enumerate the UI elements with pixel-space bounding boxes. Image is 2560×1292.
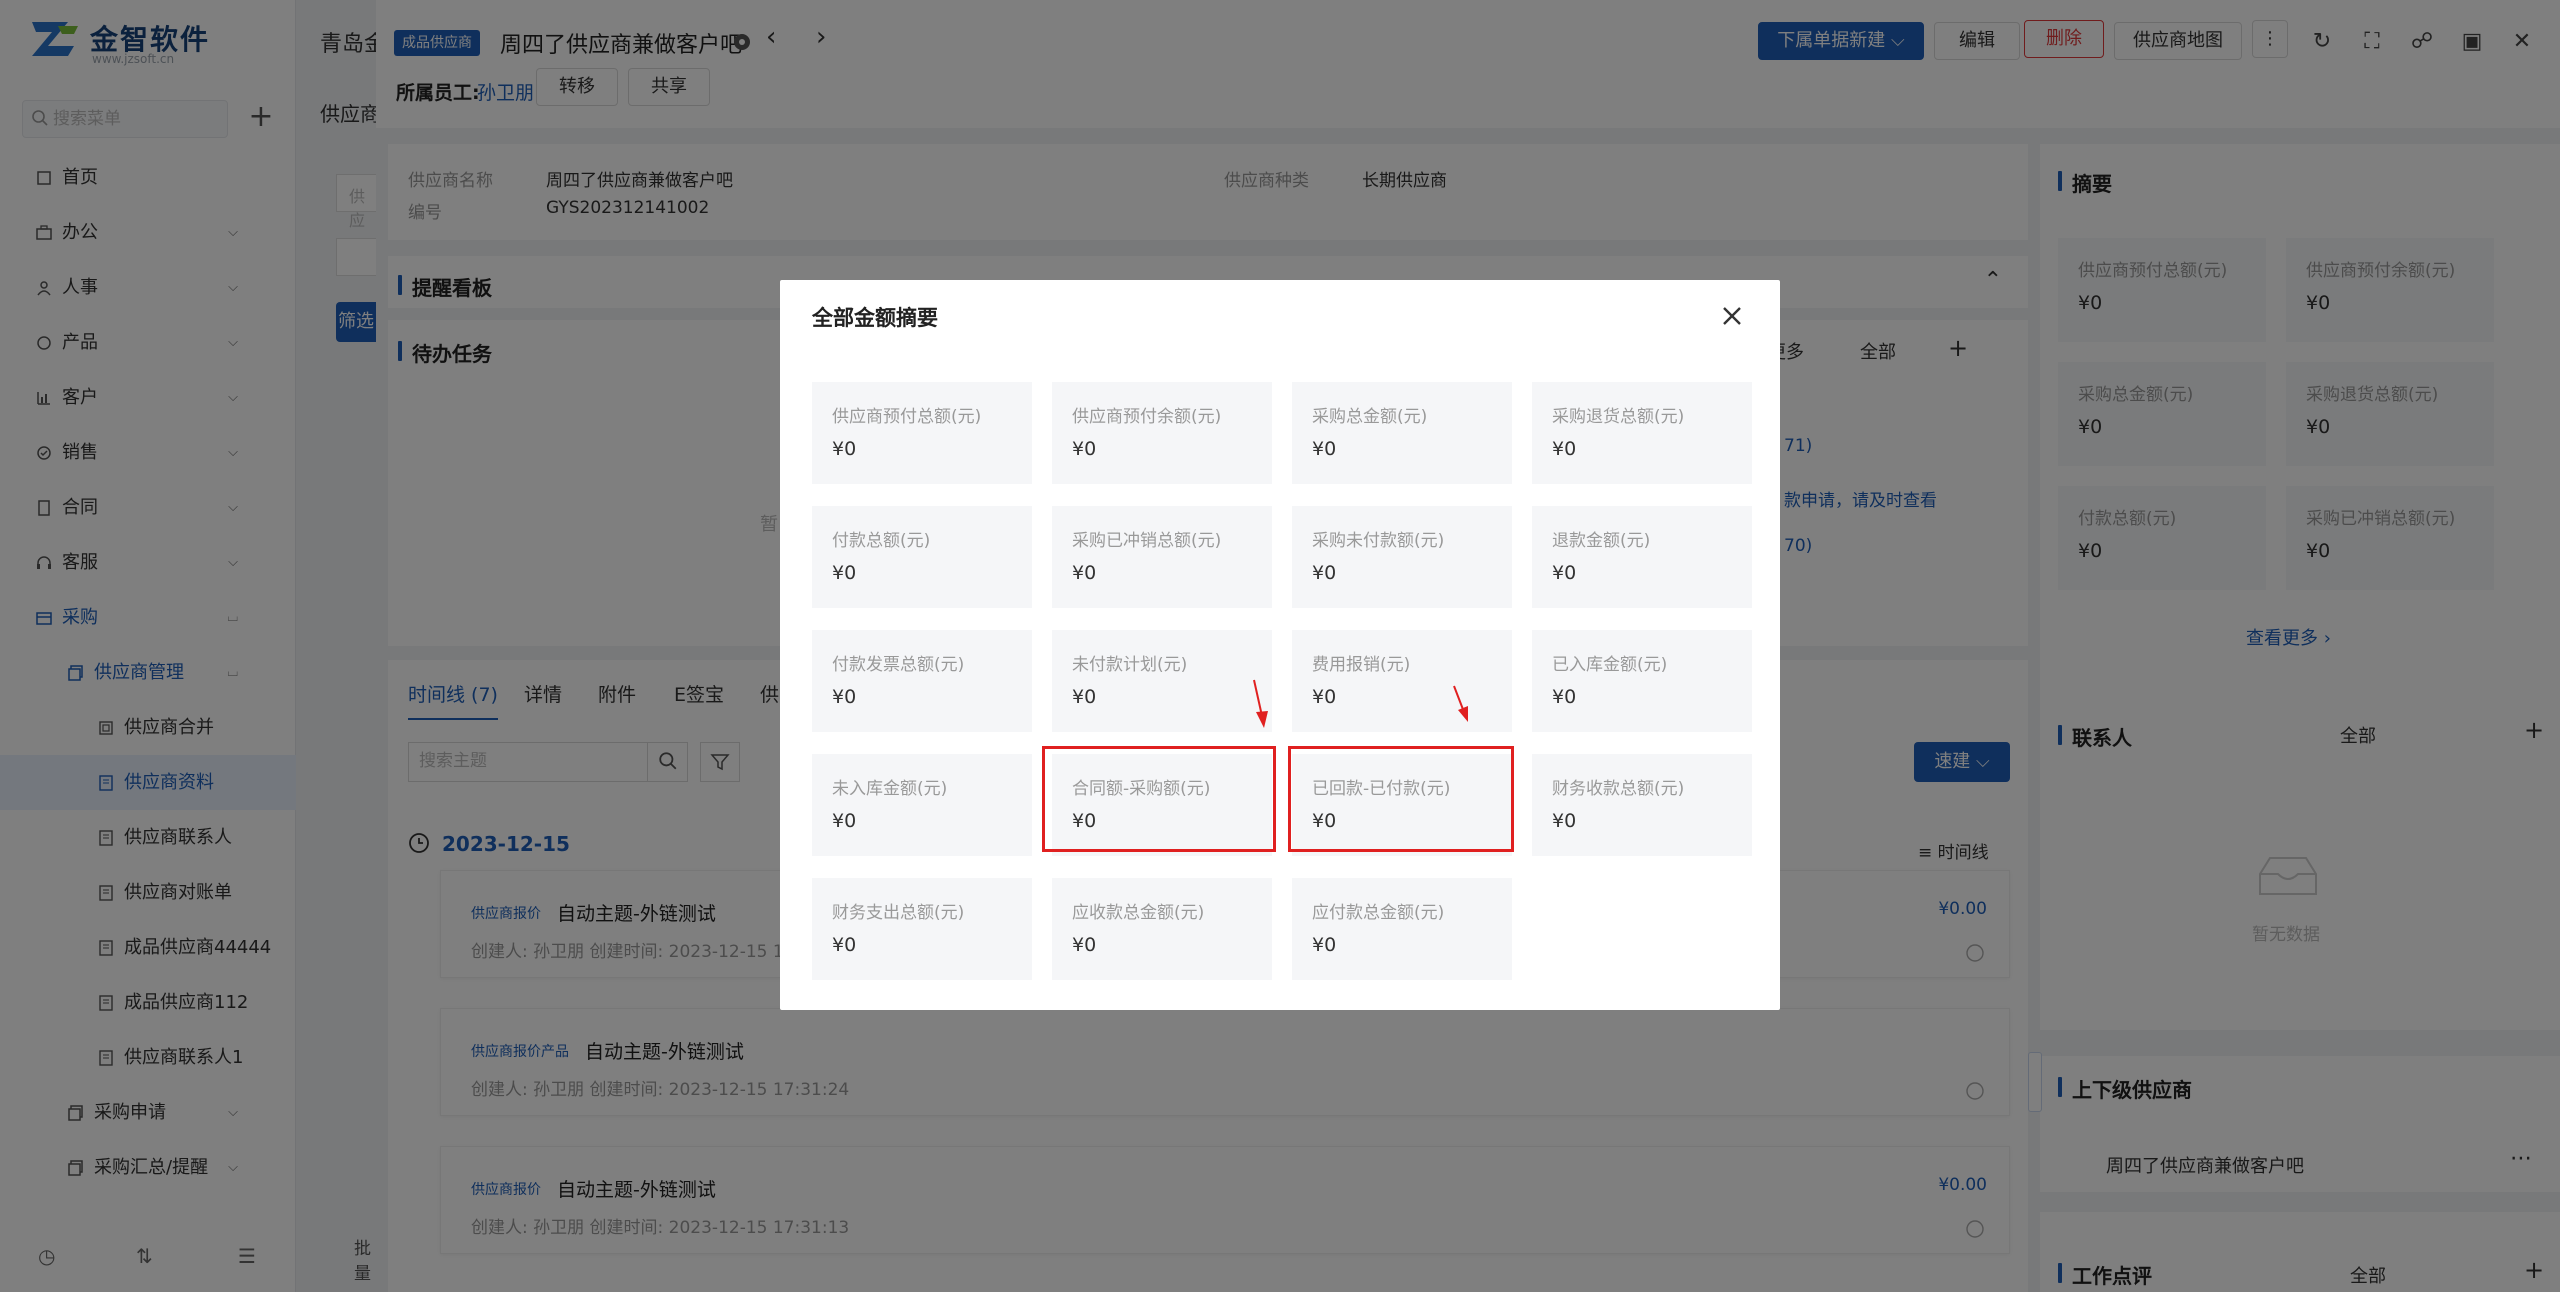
close-icon[interactable] [1712, 296, 1752, 336]
amount-card-unstocked-amount: 未入库金额(元) ¥0 [812, 754, 1032, 856]
amount-card-expense-claim: 费用报销(元) ¥0 [1292, 630, 1512, 732]
amount-card-invoice-total: 付款发票总额(元) ¥0 [812, 630, 1032, 732]
amount-card-label: 应付款总金额(元) [1312, 903, 1445, 923]
amount-card-value: ¥0 [1552, 438, 1577, 460]
amount-card-label: 采购总金额(元) [1312, 407, 1428, 427]
amount-card-label: 未入库金额(元) [832, 779, 948, 799]
amount-card-value: ¥0 [1312, 562, 1337, 584]
amount-card-label: 供应商预付总额(元) [832, 407, 982, 427]
amount-card-value: ¥0 [1072, 686, 1097, 708]
amount-card-value: ¥0 [1072, 438, 1097, 460]
amount-card-value: ¥0 [832, 810, 857, 832]
amount-card-refund-amount: 退款金额(元) ¥0 [1532, 506, 1752, 608]
amount-card-label: 供应商预付余额(元) [1072, 407, 1222, 427]
amount-card-value: ¥0 [1312, 438, 1337, 460]
amount-card-label: 采购未付款额(元) [1312, 531, 1445, 551]
amount-card-value: ¥0 [1552, 686, 1577, 708]
amount-card-label: 采购退货总额(元) [1552, 407, 1685, 427]
amount-card-receivable-total: 应收款总金额(元) ¥0 [1052, 878, 1272, 980]
amount-summary-modal: 全部金额摘要 供应商预付总额(元) ¥0 供应商预付余额(元) ¥0 采购总金额(元) ¥… [780, 280, 1780, 1010]
amount-card-purchase-total: 采购总金额(元) ¥0 [1292, 382, 1512, 484]
amount-card-value: ¥0 [832, 686, 857, 708]
red-arrow-icon [1453, 685, 1468, 722]
amount-card-unpaid-plan: 未付款计划(元) ¥0 [1052, 630, 1272, 732]
amount-card-value: ¥0 [1072, 562, 1097, 584]
amount-card-return-total: 采购退货总额(元) ¥0 [1532, 382, 1752, 484]
amount-card-label: 财务支出总额(元) [832, 903, 965, 923]
amount-card-value: ¥0 [1552, 562, 1577, 584]
amount-card-value: ¥0 [832, 438, 857, 460]
amount-card-value: ¥0 [1312, 686, 1337, 708]
amount-card-writeoff-total: 采购已冲销总额(元) ¥0 [1052, 506, 1272, 608]
modal-title: 全部金额摘要 [812, 306, 938, 330]
amount-card-finance-expense-total: 财务支出总额(元) ¥0 [812, 878, 1032, 980]
amount-card-label: 应收款总金额(元) [1072, 903, 1205, 923]
red-arrow-icon [1253, 679, 1268, 728]
amount-card-label: 已入库金额(元) [1552, 655, 1668, 675]
amount-card-value: ¥0 [1312, 934, 1337, 956]
amount-card-label: 费用报销(元) [1312, 655, 1411, 675]
amount-card-label: 未付款计划(元) [1072, 655, 1188, 675]
amount-card-prepaid-balance: 供应商预付余额(元) ¥0 [1052, 382, 1272, 484]
amount-card-value: ¥0 [832, 562, 857, 584]
amount-card-label: 付款总额(元) [832, 531, 931, 551]
amount-card-value: ¥0 [1072, 934, 1097, 956]
amount-card-stocked-amount: 已入库金额(元) ¥0 [1532, 630, 1752, 732]
highlight-box [1288, 746, 1514, 852]
amount-card-unpaid-total: 采购未付款额(元) ¥0 [1292, 506, 1512, 608]
amount-card-prepaid-total: 供应商预付总额(元) ¥0 [812, 382, 1032, 484]
amount-card-label: 退款金额(元) [1552, 531, 1651, 551]
highlight-box [1042, 746, 1276, 852]
amount-card-payment-total: 付款总额(元) ¥0 [812, 506, 1032, 608]
amount-card-finance-income-total: 财务收款总额(元) ¥0 [1532, 754, 1752, 856]
amount-card-payable-total: 应付款总金额(元) ¥0 [1292, 878, 1512, 980]
amount-card-value: ¥0 [832, 934, 857, 956]
amount-card-value: ¥0 [1552, 810, 1577, 832]
amount-card-label: 财务收款总额(元) [1552, 779, 1685, 799]
amount-card-label: 付款发票总额(元) [832, 655, 965, 675]
amount-card-label: 采购已冲销总额(元) [1072, 531, 1222, 551]
